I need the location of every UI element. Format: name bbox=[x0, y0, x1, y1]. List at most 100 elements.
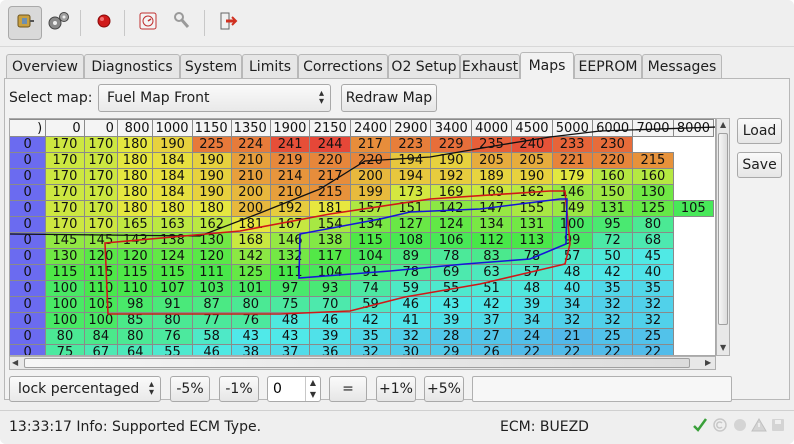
save-button[interactable]: Save bbox=[737, 152, 782, 178]
map-cell[interactable]: 170 bbox=[45, 152, 85, 169]
map-cell[interactable]: 170 bbox=[45, 136, 85, 153]
map-cell[interactable]: 32 bbox=[591, 296, 634, 313]
map-cell[interactable]: 28 bbox=[430, 328, 472, 345]
map-cell[interactable]: 146 bbox=[269, 232, 311, 249]
map-cell[interactable]: 48 bbox=[511, 280, 553, 297]
map-cell[interactable]: 190 bbox=[511, 168, 553, 185]
map-cell[interactable]: 112 bbox=[470, 232, 513, 249]
map-cell[interactable]: 75 bbox=[45, 344, 85, 355]
map-cell[interactable]: 91 bbox=[349, 264, 392, 281]
map-cell[interactable]: 225 bbox=[191, 136, 232, 153]
map-cell[interactable]: 39 bbox=[511, 296, 553, 313]
map-cell[interactable]: 181 bbox=[309, 200, 351, 217]
connect-button[interactable] bbox=[8, 6, 42, 40]
map-cell[interactable]: 224 bbox=[230, 136, 271, 153]
map-cell[interactable]: 32 bbox=[551, 312, 593, 329]
map-cell[interactable]: 165 bbox=[116, 216, 154, 233]
map-cell[interactable]: 70 bbox=[309, 296, 351, 313]
map-cell[interactable]: 22 bbox=[511, 344, 553, 355]
map-cell[interactable]: 57 bbox=[511, 264, 553, 281]
map-cell[interactable]: 25 bbox=[632, 328, 674, 345]
map-cell[interactable]: 37 bbox=[470, 312, 513, 329]
map-cell[interactable]: 217 bbox=[309, 168, 351, 185]
map-cell[interactable]: 190 bbox=[152, 136, 193, 153]
map-cell[interactable]: 100 bbox=[551, 216, 593, 233]
map-cell[interactable]: 190 bbox=[430, 152, 472, 169]
map-cell[interactable]: 130 bbox=[632, 184, 674, 201]
map-cell[interactable]: 42 bbox=[591, 264, 634, 281]
map-cell[interactable]: 138 bbox=[309, 232, 351, 249]
scroll-right-icon[interactable]: ▶ bbox=[705, 358, 711, 367]
map-cell[interactable]: 160 bbox=[632, 168, 674, 185]
map-cell[interactable]: 115 bbox=[152, 264, 193, 281]
map-cell[interactable]: 58 bbox=[191, 328, 232, 345]
tab-eeprom[interactable]: EEPROM bbox=[574, 54, 642, 78]
map-cell[interactable]: 29 bbox=[430, 344, 472, 355]
map-cell[interactable]: 181 bbox=[230, 216, 271, 233]
map-cell[interactable]: 200 bbox=[230, 184, 271, 201]
map-cell[interactable]: 80 bbox=[152, 312, 193, 329]
map-cell[interactable]: 169 bbox=[470, 184, 513, 201]
map-cell[interactable]: 37 bbox=[269, 344, 311, 355]
map-cell[interactable]: 184 bbox=[152, 152, 193, 169]
map-cell[interactable]: 220 bbox=[349, 152, 392, 169]
map-cell[interactable]: 244 bbox=[309, 136, 351, 153]
map-cell[interactable]: 179 bbox=[551, 168, 593, 185]
map-cell[interactable]: 27 bbox=[470, 328, 513, 345]
map-cell[interactable]: 93 bbox=[309, 280, 351, 297]
fuel-map-grid[interactable]: ) 0 0 800 1000 1150 1350 1900 2150 2400 2900 3400 40… bbox=[9, 118, 716, 356]
map-cell[interactable]: 43 bbox=[230, 328, 271, 345]
map-cell[interactable]: 180 bbox=[191, 200, 232, 217]
map-cell[interactable]: 68 bbox=[632, 232, 674, 249]
map-cell[interactable]: 221 bbox=[551, 152, 593, 169]
map-cell[interactable]: 111 bbox=[269, 264, 311, 281]
map-cell[interactable]: 25 bbox=[591, 328, 634, 345]
map-cell[interactable]: 145 bbox=[83, 232, 118, 249]
map-cell[interactable]: 46 bbox=[191, 344, 232, 355]
map-cell[interactable]: 76 bbox=[230, 312, 271, 329]
map-cell[interactable]: 113 bbox=[511, 232, 553, 249]
map-cell[interactable]: 235 bbox=[470, 136, 513, 153]
map-cell[interactable]: 59 bbox=[349, 296, 392, 313]
map-cell[interactable]: 48 bbox=[551, 264, 593, 281]
map-cell[interactable]: 103 bbox=[191, 280, 232, 297]
map-cell[interactable]: 190 bbox=[191, 168, 232, 185]
map-cell[interactable]: 215 bbox=[632, 152, 674, 169]
map-cell[interactable]: 220 bbox=[591, 152, 634, 169]
tab-corrections[interactable]: Corrections bbox=[298, 54, 388, 78]
tab-diagnostics[interactable]: Diagnostics bbox=[84, 54, 180, 78]
map-cell[interactable]: 50 bbox=[591, 248, 634, 265]
map-cell[interactable]: 120 bbox=[116, 248, 154, 265]
map-cell[interactable]: 99 bbox=[551, 232, 593, 249]
map-cell[interactable]: 64 bbox=[116, 344, 154, 355]
map-cell[interactable]: 143 bbox=[116, 232, 154, 249]
map-cell[interactable]: 115 bbox=[116, 264, 154, 281]
map-cell[interactable]: 167 bbox=[269, 216, 311, 233]
map-cell[interactable]: 170 bbox=[45, 200, 85, 217]
map-cell[interactable]: 241 bbox=[269, 136, 311, 153]
map-cell[interactable]: 32 bbox=[632, 296, 674, 313]
map-cell[interactable]: 138 bbox=[152, 232, 193, 249]
map-cell[interactable]: 194 bbox=[390, 152, 432, 169]
map-cell[interactable]: 110 bbox=[83, 280, 118, 297]
tab-limits[interactable]: Limits bbox=[242, 54, 298, 78]
map-cell[interactable]: 35 bbox=[632, 280, 674, 297]
map-cell[interactable]: 124 bbox=[152, 248, 193, 265]
tab-o2-setup[interactable]: O2 Setup bbox=[388, 54, 460, 78]
map-select[interactable]: Fuel Map Front ▴ ▾ bbox=[98, 84, 331, 112]
map-cell[interactable]: 170 bbox=[83, 216, 118, 233]
map-cell[interactable]: 100 bbox=[45, 280, 85, 297]
tab-exhaust[interactable]: Exhaust bbox=[460, 54, 520, 78]
map-cell[interactable]: 149 bbox=[551, 200, 593, 217]
map-cell[interactable]: 78 bbox=[390, 264, 432, 281]
map-cell[interactable]: 151 bbox=[390, 200, 432, 217]
map-cell[interactable]: 108 bbox=[390, 232, 432, 249]
map-cell[interactable]: 180 bbox=[116, 152, 154, 169]
decrease-1-button[interactable]: -1% bbox=[219, 376, 259, 402]
map-cell[interactable]: 130 bbox=[191, 232, 232, 249]
map-cell[interactable]: 125 bbox=[632, 200, 674, 217]
map-cell[interactable]: 26 bbox=[470, 344, 513, 355]
map-cell[interactable]: 39 bbox=[430, 312, 472, 329]
map-cell[interactable]: 163 bbox=[152, 216, 193, 233]
map-cell[interactable]: 115 bbox=[83, 264, 118, 281]
